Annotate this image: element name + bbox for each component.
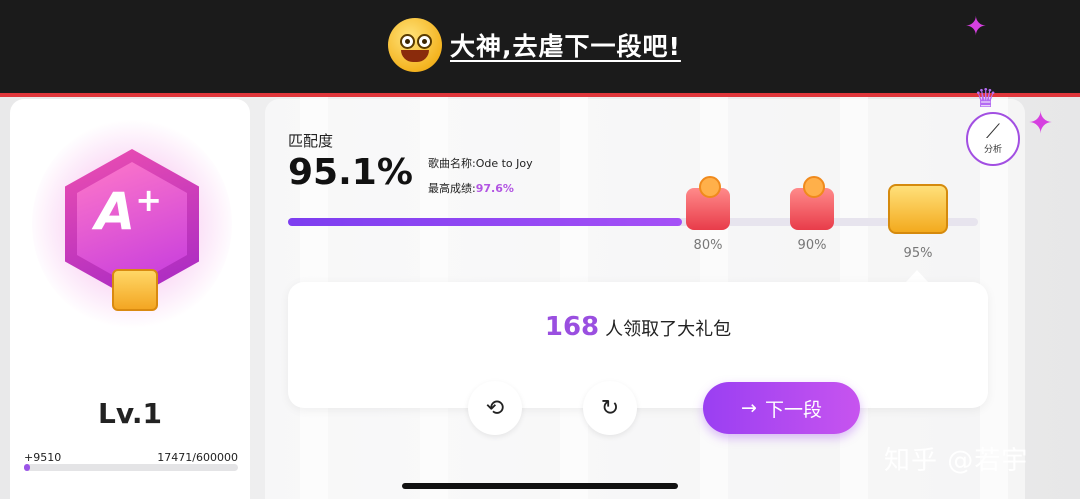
level-label: Lv.1 <box>98 397 162 430</box>
treasure-chest-icon <box>888 184 948 234</box>
crown-icon: ♛ <box>974 84 998 114</box>
best-score-value: 97.6% <box>475 182 514 195</box>
best-score: 最高成绩:97.6% <box>428 182 514 195</box>
watermark: 知乎 @若宇 <box>884 446 1029 476</box>
arrow-right-icon: → <box>741 397 757 419</box>
undo-icon: ⟲ <box>485 395 505 421</box>
next-segment-label: 下一段 <box>764 398 822 421</box>
grade-text: A+ <box>95 181 163 243</box>
red-gift-icon <box>686 176 730 230</box>
next-segment-button[interactable]: → 下一段 <box>703 382 860 434</box>
claim-message: 168 人领取了大礼包 <box>288 312 988 342</box>
song-name: 歌曲名称:Ode to Joy <box>428 157 533 170</box>
grinning-face-icon <box>388 18 442 72</box>
banner-message: 大神,去虐下一段吧! <box>388 18 681 72</box>
analysis-button[interactable]: ⟋ 分析 <box>966 112 1020 166</box>
xp-bar <box>24 464 238 471</box>
xp-bar-fill <box>24 464 31 471</box>
gift-box-icon <box>112 269 158 311</box>
red-gift-icon <box>790 176 834 230</box>
top-banner: 大神,去虐下一段吧! ✦ <box>0 0 1080 97</box>
milestone-80[interactable]: 80% <box>686 176 730 253</box>
claim-count: 168 <box>544 312 600 342</box>
xp-row: +9510 17471/600000 <box>24 451 238 464</box>
banner-text: 大神,去虐下一段吧! <box>450 32 681 61</box>
back-button[interactable]: ⟲ <box>468 381 522 435</box>
retry-button[interactable]: ↻ <box>583 381 637 435</box>
sparkle-icon: ✦ <box>965 12 987 42</box>
claim-text: 人领取了大礼包 <box>605 319 732 340</box>
match-progress-bar <box>288 218 978 226</box>
milestone-95[interactable]: 95% <box>888 184 948 261</box>
reward-popup: 168 人领取了大礼包 <box>288 282 988 408</box>
xp-progress: 17471/600000 <box>157 451 238 464</box>
milestone-90[interactable]: 90% <box>790 176 834 253</box>
match-value: 95.1% <box>288 152 413 193</box>
grade-badge: A+ <box>32 119 232 329</box>
line-chart-icon: ⟋ <box>986 119 1000 143</box>
match-progress-fill <box>288 218 682 226</box>
xp-gain: +9510 <box>24 451 62 464</box>
sparkle-icon: ✦ <box>1028 106 1054 141</box>
refresh-icon: ↻ <box>600 395 620 421</box>
match-label: 匹配度 <box>288 132 334 150</box>
home-indicator[interactable] <box>402 483 678 489</box>
grade-card: A+ Lv.1 +9510 17471/600000 <box>10 99 250 499</box>
